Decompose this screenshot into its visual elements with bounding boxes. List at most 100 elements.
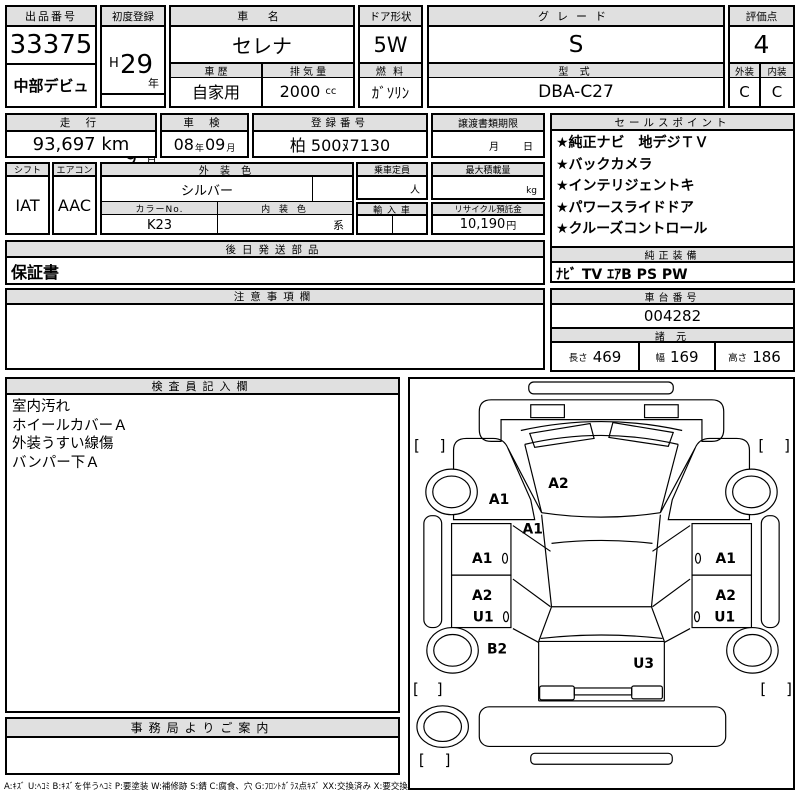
chassis-box: 車台番号 004282 諸 元 長さ 469 幅 169 高さ 186 [550, 288, 795, 372]
shift-box: シフト IAT [5, 162, 50, 235]
color-box: 外 装 色 シルバー カラーNo. 内 装 色 K23 系 [100, 162, 354, 235]
capacity-unit: 人 [410, 185, 420, 196]
damage-mark-left-front-fender: A1 [489, 492, 509, 508]
interior-color-suffix: 系 [333, 219, 344, 232]
shift-value: IAT [15, 195, 40, 215]
notes-box: 注意事項欄 [5, 288, 545, 370]
interior-grade-value: C [771, 83, 783, 101]
rear-beam [573, 687, 633, 696]
door-handle [693, 611, 701, 623]
recycle-deposit-unit: 円 [506, 221, 517, 232]
sales-points-label: セールスポイント [552, 115, 793, 131]
score-box: 評価点 4 外装 内装 C C [728, 5, 795, 108]
transfer-deadline-box: 譲渡書類期限 月 日 [431, 113, 545, 158]
transfer-deadline-day-unit: 日 [523, 142, 533, 153]
shaken-month: 09 [205, 134, 226, 154]
rear-lamp-right [631, 685, 663, 700]
later-shipment-value: 保証書 [11, 262, 60, 282]
office-notice-box: 事務局よりご案内 [5, 717, 400, 775]
bracket-icon: [ [414, 437, 420, 454]
recycle-deposit-value: 10,190 [459, 217, 506, 232]
headlight-right [643, 404, 679, 419]
sales-point-item: ★クルーズコントロール [556, 221, 708, 237]
bracket-icon: ] [437, 681, 443, 698]
recycle-deposit-label: リサイクル預託金 [433, 204, 543, 216]
sales-point-item: ★パワースライドドア [556, 199, 694, 216]
damage-mark-right-front-door: A1 [716, 551, 736, 567]
inspector-note-item: 室内汚れ [12, 399, 70, 415]
aircon-box: エアコン AAC [52, 162, 97, 235]
imported-box: 輸 入 車 [356, 202, 428, 235]
bracket-icon: [ [758, 437, 764, 454]
registration-no-value: 柏 500ﾇ7130 [289, 136, 391, 155]
door-front-right [691, 522, 753, 576]
first-registration-label: 初度登録 [102, 7, 164, 27]
spare-tire-rim [423, 711, 463, 743]
aircon-label: エアコン [54, 164, 95, 177]
rear-panel [478, 706, 727, 748]
bracket-icon: [ [419, 752, 425, 769]
displacement-value: 2000 [279, 81, 321, 101]
door-handle [501, 552, 509, 564]
a-pillar-lines [507, 448, 696, 513]
rear-bumper [530, 752, 673, 765]
transfer-deadline-label: 譲渡書類期限 [433, 115, 543, 132]
door-shape-value: 5W [360, 27, 421, 64]
registration-no-label: 登録番号 [254, 115, 426, 132]
auction-no-label: 出品番号 [7, 7, 95, 27]
color-no-label: カラーNo. [102, 202, 218, 214]
mileage-value: 93,697 km [32, 133, 130, 155]
damage-mark-tailgate: U3 [633, 656, 654, 672]
damage-mark-left-front-door: A1 [472, 551, 492, 567]
door-shape-label: ドア形状 [360, 7, 421, 27]
later-shipment-label: 後日発送部品 [7, 242, 543, 258]
bracket-icon: [ [413, 681, 419, 698]
damage-mark-left-rear-door: A2 [472, 588, 492, 604]
bracket-icon: ] [784, 437, 790, 454]
bracket-icon: [ [760, 681, 766, 698]
height-value: 186 [752, 347, 781, 366]
bracket-icon: ] [445, 752, 451, 769]
damage-mark-windshield: A2 [548, 476, 568, 492]
auction-sheet: { "header": { "auction": {"label": "出品番号… [0, 0, 800, 800]
genuine-equipment-value: ﾅﾋﾞ TV ｴｱB PS PW [556, 267, 688, 283]
dimensions-label: 諸 元 [552, 327, 793, 343]
wheel-rear-right-rim [733, 633, 772, 667]
displacement-label: 排 気 量 [263, 64, 353, 78]
inspector-notes-label: 検査員記入欄 [7, 379, 398, 395]
exterior-grade-value: C [730, 78, 761, 106]
capacity-box: 乗車定員 人 [356, 162, 428, 200]
transfer-deadline-month-unit: 月 [489, 142, 499, 153]
width-value: 169 [669, 347, 699, 366]
shaken-label: 車 検 [162, 115, 247, 132]
door-handle [694, 552, 702, 564]
height-label: 高さ [728, 352, 748, 364]
imported-subcell [358, 216, 393, 233]
car-damage-diagram: [ ] [ ] [ ] [ ] [ ] A2 A1 A1 A1 A1 A2 U1… [408, 377, 795, 790]
grade-box: グレード S 型 式 DBA-C27 [427, 5, 725, 108]
capacity-label: 乗車定員 [358, 164, 426, 177]
auction-venue: 中部デビュ [13, 77, 89, 95]
headlight-left [530, 404, 565, 419]
chassis-label: 車台番号 [552, 290, 793, 305]
history-value: 自家用 [191, 83, 240, 102]
shaken-year-unit: 年 [194, 143, 204, 154]
sill-right [760, 515, 780, 629]
car-name-label: 車 名 [171, 7, 353, 27]
door-front-left [450, 522, 512, 576]
recycle-deposit-box: リサイクル預託金 10,190 円 [431, 202, 545, 235]
bracket-icon: ] [440, 437, 446, 454]
exterior-grade-label: 外装 [730, 64, 761, 78]
front-bumper [528, 381, 674, 395]
notes-label: 注意事項欄 [7, 290, 543, 305]
fuel-value: ｶﾞｿﾘﾝ [371, 83, 410, 102]
car-outline-svg: [ ] [ ] [ ] [ ] [ ] A2 A1 A1 A1 A1 A2 U1… [413, 381, 792, 769]
wiper-right [608, 421, 675, 448]
aircon-value: AAC [57, 195, 92, 215]
exterior-color-label: 外 装 色 [102, 164, 352, 177]
first-registration-year-unit: 年 [148, 77, 159, 90]
inspector-note-item: 外装うすい線傷 [12, 436, 114, 452]
chassis-value: 004282 [643, 307, 702, 325]
damage-mark-right-rear-door: A2 [716, 588, 736, 604]
roof-sides [541, 514, 661, 607]
